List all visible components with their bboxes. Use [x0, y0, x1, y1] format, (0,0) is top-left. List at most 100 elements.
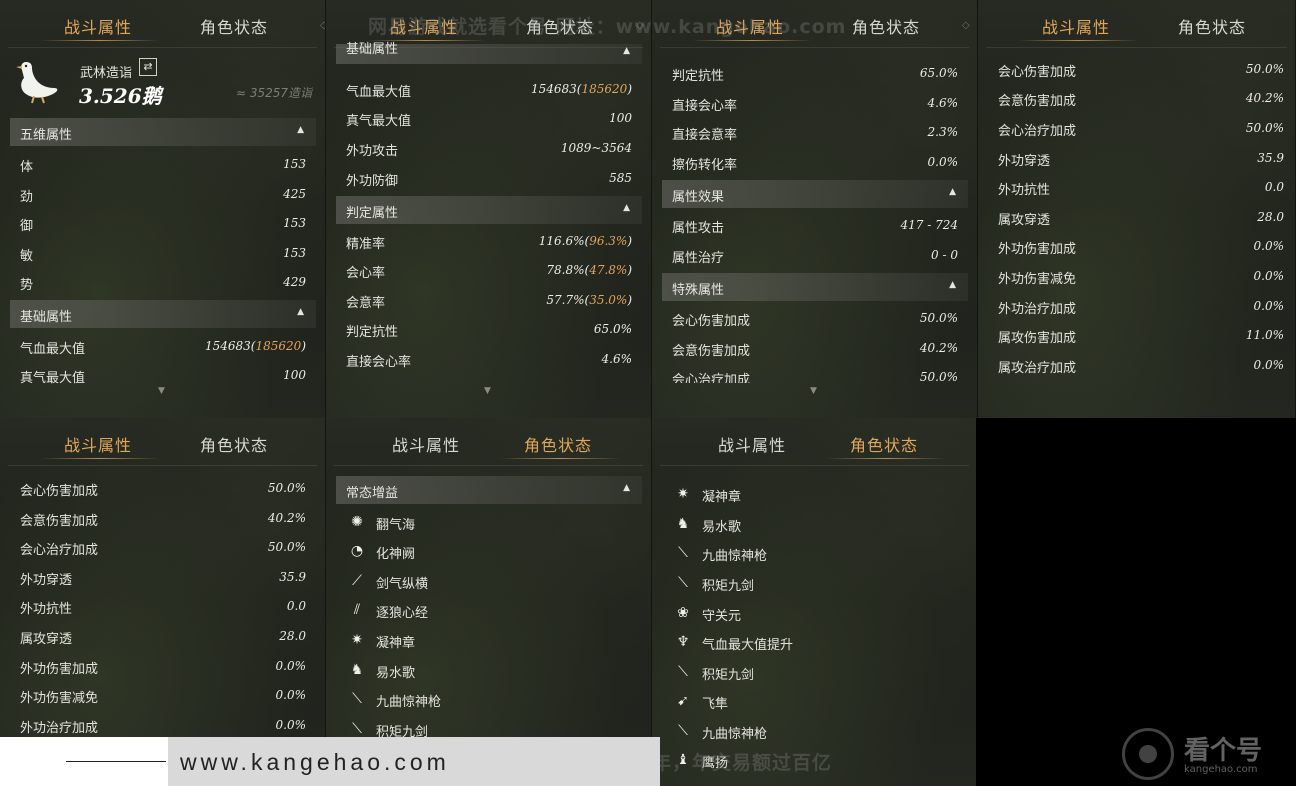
stat-value-close: ) [627, 82, 632, 96]
tab-underline [826, 458, 946, 459]
buff-name: 凝神章 [702, 490, 742, 505]
stat-row: 外功抗性 0.0 [10, 594, 306, 620]
caret-up-icon: ▲ [949, 187, 956, 197]
tab-divider [660, 47, 969, 48]
stat-label: 会心伤害加成 [20, 484, 99, 499]
caret-up-icon: ▲ [623, 46, 630, 56]
swap-icon[interactable]: ⇄ [139, 58, 157, 76]
section-header-buff[interactable]: 常态增益 ▲ [336, 476, 642, 504]
logo-name: 看个号 [1184, 736, 1263, 766]
tab-combat[interactable]: 战斗属性 [1042, 14, 1110, 38]
stat-value: 1089~3564 [560, 141, 632, 155]
buff-name: 易水歌 [702, 520, 742, 535]
stat-label: 直接会心率 [672, 99, 738, 114]
tab-divider [8, 47, 317, 48]
stat-label: 真气最大值 [346, 114, 412, 129]
buff-name: 飞隼 [702, 697, 729, 712]
footer-url[interactable]: www.kangehao.com [180, 749, 450, 776]
tab-status[interactable]: 角色状态 [852, 14, 920, 38]
stat-row: 势 429 [10, 270, 306, 296]
stat-value: 0.0% [1253, 269, 1285, 283]
stat-value: 417 - 724 [900, 218, 959, 232]
blade-icon: ⟍ [678, 575, 688, 591]
stat-value: 153 [283, 246, 306, 260]
buff-name: 易水歌 [376, 666, 416, 681]
stat-value: 65.0% [593, 322, 632, 336]
stat-value: 28.0 [1257, 210, 1284, 224]
stat-value: 0.0% [1253, 239, 1285, 253]
stat-row: 外功穿透 35.9 [10, 565, 306, 591]
section-header-shuxing[interactable]: 属性效果 ▲ [662, 180, 968, 208]
stat-value: 4.6% [601, 352, 633, 366]
tab-status[interactable]: 角色状态 [200, 14, 268, 38]
caret-up-icon: ▲ [623, 203, 630, 213]
section-header-panding[interactable]: 判定属性 ▲ [336, 196, 642, 224]
stat-label: 气血最大值 [346, 85, 412, 100]
stat-label: 会心率 [346, 266, 386, 281]
combat-panel-4: 战斗属性 角色状态 会心伤害加成 50.0% 会意伤害加成 40.2% 会心治疗加成… [978, 0, 1296, 418]
caret-up-icon: ▲ [297, 125, 304, 135]
tab-combat[interactable]: 战斗属性 [64, 432, 132, 456]
stat-label: 属攻穿透 [998, 213, 1051, 228]
stat-value-bonus: 35.0% [589, 293, 628, 307]
scroll-down-icon[interactable]: ▼ [810, 386, 817, 396]
stat-label: 势 [20, 278, 34, 293]
buff-name: 积矩九剑 [702, 579, 755, 594]
tab-combat[interactable]: 战斗属性 [64, 14, 132, 38]
stat-value: 78.8%(47.8%) [546, 263, 632, 277]
caret-up-icon: ▲ [297, 307, 304, 317]
stat-row: 会意伤害加成 40.2% [10, 506, 306, 532]
stat-value: 585 [609, 171, 632, 185]
stat-value: 0.0% [275, 659, 307, 673]
stat-row: 属攻穿透 28.0 [10, 624, 306, 650]
stat-value: 0.0 [1264, 180, 1284, 194]
stat-label: 属攻穿透 [20, 632, 73, 647]
ornament-icon: ◇ [962, 20, 970, 31]
section-header-teshu[interactable]: 特殊属性 ▲ [662, 273, 968, 301]
tab-divider [986, 47, 1287, 48]
section-header-wuwei[interactable]: 五维属性 ▲ [10, 118, 316, 146]
stat-value: 50.0% [919, 311, 958, 325]
stat-label: 外功伤害加成 [998, 242, 1077, 257]
bird-icon: ➹ [677, 693, 689, 709]
stat-row: 外功伤害减免 0.0% [10, 683, 306, 709]
section-header-jichu[interactable]: 基础属性 ▲ [336, 42, 642, 64]
horse-icon: ♞ [676, 516, 690, 532]
tab-underline [1018, 40, 1138, 41]
rank-label: 武林造诣 [80, 66, 133, 81]
buff-name: 化神阙 [376, 547, 416, 562]
stat-row: 直接会意率 2.3% [662, 120, 958, 146]
stat-row: 外功伤害减免 0.0% [988, 264, 1284, 290]
tab-combat[interactable]: 战斗属性 [718, 432, 786, 456]
tab-status[interactable]: 角色状态 [200, 432, 268, 456]
stat-value: 116.6%(96.3%) [539, 234, 632, 248]
stat-label: 外功伤害减免 [20, 691, 99, 706]
stat-label: 外功穿透 [998, 154, 1051, 169]
section-title: 常态增益 [346, 486, 399, 501]
tab-status[interactable]: 角色状态 [524, 432, 592, 456]
logo-url: kangehao.com [1184, 764, 1258, 775]
stat-row: 外功穿透 35.9 [988, 146, 1284, 172]
tab-combat[interactable]: 战斗属性 [392, 432, 460, 456]
scroll-down-icon[interactable]: ▼ [484, 386, 491, 396]
tab-status[interactable]: 角色状态 [850, 432, 918, 456]
stat-label: 直接会意率 [672, 128, 738, 143]
blade-icon: ⟍ [678, 664, 688, 680]
buff-name: 守关元 [702, 609, 742, 624]
spark-icon: ✷ [677, 486, 689, 502]
stat-row: 精准率 116.6%(96.3%) [336, 229, 632, 255]
combat-panel-5: 战斗属性 角色状态 会心伤害加成 50.0% 会意伤害加成 40.2% 会心治疗加成… [0, 418, 326, 786]
stat-label: 会意伤害加成 [20, 514, 99, 529]
stat-row: 气血最大值 154683(185620) [336, 77, 632, 103]
spark-icon: ✷ [351, 632, 363, 648]
scroll-down-icon[interactable]: ▼ [158, 386, 165, 396]
section-header-jichu[interactable]: 基础属性 ▲ [10, 300, 316, 328]
stat-label: 外功抗性 [998, 183, 1051, 198]
stat-value: 50.0% [919, 370, 958, 383]
stat-label: 属性治疗 [672, 251, 725, 266]
caret-up-icon: ▲ [623, 483, 630, 493]
swirl-icon: ◔ [350, 543, 364, 559]
tab-status[interactable]: 角色状态 [1178, 14, 1246, 38]
stat-value: 0.0% [275, 688, 307, 702]
stat-label: 外功抗性 [20, 602, 73, 617]
